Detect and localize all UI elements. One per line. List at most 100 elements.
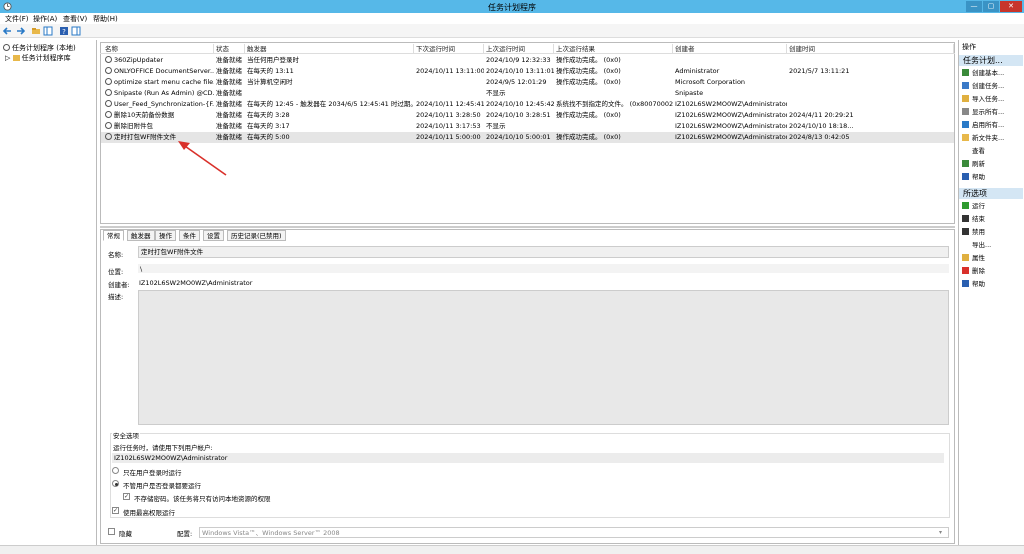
- action-label: 导入任务...: [972, 95, 1005, 103]
- actions-section-scheduler[interactable]: 任务计划...: [959, 55, 1023, 66]
- radio-whether-logged-on[interactable]: [112, 480, 119, 487]
- radio-only-logged-on-label: 只在用户登录时运行: [123, 469, 182, 477]
- table-cell: IZ102L6SW2MO0WZ\Administrator: [675, 122, 787, 130]
- action-scheduler-item-0[interactable]: 创建基本...: [962, 68, 1004, 78]
- action-label: 导出...: [972, 241, 992, 249]
- action-icon: [962, 120, 969, 128]
- action-label: 刷新: [972, 160, 985, 168]
- checkbox-highest-privileges-label: 使用最高权限运行: [123, 509, 175, 517]
- table-cell: [554, 88, 673, 99]
- action-label: 帮助: [972, 280, 985, 288]
- menu-view[interactable]: 查看(V): [63, 14, 87, 24]
- tab-general[interactable]: 常规: [103, 230, 124, 241]
- tab-settings[interactable]: 设置: [203, 230, 224, 241]
- action-scheduler-item-4[interactable]: 启用所有...: [962, 120, 1004, 130]
- folder-icon[interactable]: [31, 26, 41, 36]
- task-name-cell: Snipaste (Run As Admin) @CD...: [103, 88, 214, 99]
- action-scheduler-item-5[interactable]: 新文件夹...: [962, 133, 1004, 143]
- col-trigger[interactable]: 触发器: [245, 44, 414, 54]
- tab-conditions[interactable]: 条件: [179, 230, 200, 241]
- close-button[interactable]: ✕: [1000, 1, 1022, 12]
- action-scheduler-item-3[interactable]: 显示所有...: [962, 107, 1004, 117]
- task-clock-icon: [105, 55, 112, 63]
- action-icon: [962, 107, 969, 115]
- checkbox-hidden[interactable]: [108, 528, 115, 535]
- table-cell: 2024/10/11 3:17:53: [416, 122, 481, 130]
- table-cell: 在每天的 5:00: [247, 133, 290, 141]
- name-field[interactable]: 定时打包WF附件文件: [138, 246, 949, 258]
- action-selected-item-3[interactable]: 导出...: [962, 240, 991, 250]
- action-label: 显示所有...: [972, 108, 1005, 116]
- name-label: 名称:: [108, 251, 124, 259]
- task-name-text: User_Feed_Synchronization-{F...: [114, 100, 214, 108]
- maximize-button[interactable]: ▢: [983, 1, 999, 12]
- action-selected-item-0[interactable]: 运行: [962, 201, 985, 211]
- tab-actions[interactable]: 操作: [155, 230, 176, 241]
- table-cell: 准备就绪: [216, 67, 242, 75]
- pane-splitter[interactable]: [100, 226, 955, 228]
- description-field[interactable]: [138, 290, 949, 425]
- action-label: 运行: [972, 202, 985, 210]
- action-icon: [962, 253, 969, 261]
- show-pane-icon[interactable]: [43, 26, 53, 36]
- tab-triggers[interactable]: 触发器: [127, 230, 155, 241]
- menu-action[interactable]: 操作(A): [33, 14, 57, 24]
- task-clock-icon: [105, 132, 112, 140]
- table-cell: 在每天的 13:11: [247, 67, 294, 75]
- task-name-text: 删除10天前备份数据: [114, 111, 175, 119]
- menu-file[interactable]: 文件(F): [5, 14, 29, 24]
- action-selected-item-4[interactable]: 属性: [962, 253, 985, 263]
- tree-library[interactable]: ▷ 任务计划程序库: [5, 53, 71, 63]
- forward-arrow-icon[interactable]: [15, 26, 25, 36]
- table-cell: 准备就绪: [216, 56, 242, 64]
- col-status[interactable]: 状态: [214, 44, 245, 54]
- run-as-label: 运行任务时，请使用下列用户帐户:: [113, 444, 213, 452]
- task-name-cell: optimize start menu cache file...: [103, 77, 214, 88]
- action-label: 创建任务...: [972, 82, 1005, 90]
- action-icon: [962, 279, 969, 287]
- checkbox-no-password[interactable]: ✓: [123, 493, 130, 500]
- col-last-run[interactable]: 上次运行时间: [484, 44, 554, 54]
- task-name-cell: ONLYOFFICE DocumentServer...: [103, 66, 214, 77]
- minimize-button[interactable]: —: [966, 1, 982, 12]
- actions-section-selected[interactable]: 所选项: [959, 188, 1023, 199]
- col-author[interactable]: 创建者: [673, 44, 787, 54]
- table-cell: 2024/10/11 3:28:50: [416, 111, 481, 119]
- chevron-down-icon[interactable]: ▾: [939, 527, 942, 538]
- actions-header: 操作: [962, 43, 976, 51]
- table-cell: 在每天的 12:45 - 触发器在 2034/6/5 12:45:41 时过期。: [247, 100, 414, 108]
- col-last-result[interactable]: 上次运行结果: [554, 44, 673, 54]
- action-scheduler-item-8[interactable]: 帮助: [962, 172, 985, 182]
- col-name[interactable]: 名称: [103, 44, 214, 54]
- svg-text:?: ?: [62, 28, 66, 36]
- action-pane-icon[interactable]: [71, 26, 81, 36]
- table-cell: [414, 88, 484, 99]
- back-arrow-icon[interactable]: [3, 26, 13, 36]
- table-cell: 2024/9/5 12:01:29: [486, 78, 547, 86]
- action-label: 查看: [972, 147, 985, 155]
- action-scheduler-item-1[interactable]: 创建任务...: [962, 81, 1004, 91]
- table-cell: 在每天的 3:28: [247, 111, 290, 119]
- config-select[interactable]: Windows Vista™、Windows Server™ 2008: [199, 527, 949, 538]
- action-icon: [962, 147, 969, 154]
- action-selected-item-2[interactable]: 禁用: [962, 227, 985, 237]
- menu-bar: [0, 13, 1024, 24]
- tab-history[interactable]: 历史记录(已禁用): [227, 230, 286, 241]
- help-icon[interactable]: ?: [59, 26, 69, 36]
- col-next-run[interactable]: 下次运行时间: [414, 44, 484, 54]
- table-cell: 2024/10/10 5:00:01: [486, 133, 551, 141]
- action-scheduler-item-6[interactable]: 查看: [962, 146, 985, 156]
- window-title: 任务计划程序: [488, 3, 536, 12]
- menu-help[interactable]: 帮助(H): [93, 14, 118, 24]
- action-selected-item-5[interactable]: 删除: [962, 266, 985, 276]
- action-selected-item-1[interactable]: 结束: [962, 214, 985, 224]
- table-cell: [787, 88, 954, 99]
- tree-root[interactable]: 任务计划程序 (本地): [3, 43, 76, 53]
- action-scheduler-item-7[interactable]: 刷新: [962, 159, 985, 169]
- col-created[interactable]: 创建时间: [787, 44, 954, 54]
- action-scheduler-item-2[interactable]: 导入任务...: [962, 94, 1004, 104]
- radio-only-logged-on[interactable]: [112, 467, 119, 474]
- action-selected-item-6[interactable]: 帮助: [962, 279, 985, 289]
- checkbox-highest-privileges[interactable]: ✓: [112, 507, 119, 514]
- table-cell: 准备就绪: [216, 122, 242, 130]
